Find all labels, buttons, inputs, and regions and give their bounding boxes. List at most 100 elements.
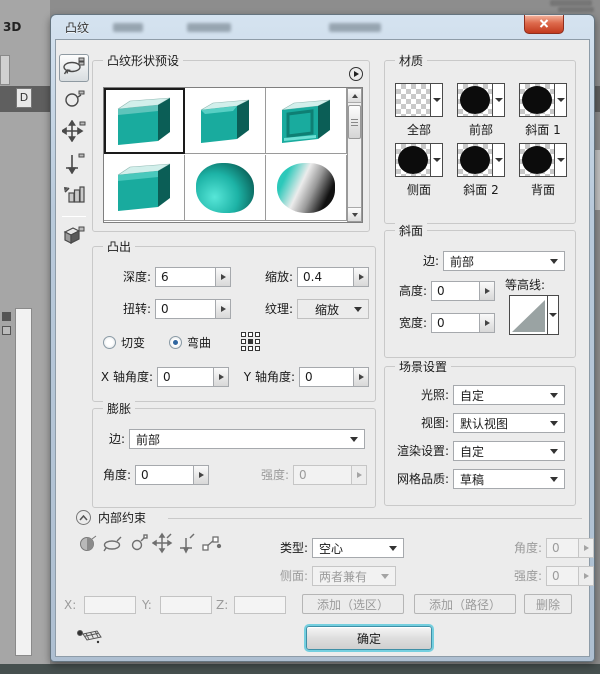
preset-thumbnail[interactable] <box>266 155 347 221</box>
preset-thumbnail[interactable] <box>185 155 266 221</box>
dialog-titlebar[interactable]: 凸纹 <box>51 15 594 39</box>
constraint-slide-tool-button[interactable] <box>176 532 198 554</box>
scroll-up-button[interactable] <box>348 89 361 103</box>
mesh-object-button[interactable] <box>59 222 89 250</box>
titlebar-ghost <box>329 23 381 32</box>
depth-input[interactable]: 6 <box>155 267 231 287</box>
render-settings-dropdown[interactable]: 自定 <box>453 441 565 461</box>
material-swatch-side[interactable] <box>395 143 443 177</box>
slide-mesh-tool-button[interactable] <box>59 150 89 178</box>
swatch-arrow-icon <box>430 84 442 116</box>
spinner-icon[interactable] <box>479 282 494 300</box>
background-ruler-fragment <box>0 55 10 85</box>
preset-thumbnail[interactable] <box>185 88 266 154</box>
view-dropdown[interactable]: 默认视图 <box>453 413 565 433</box>
mesh-quality-dropdown[interactable]: 草稿 <box>453 469 565 489</box>
close-button[interactable] <box>524 15 564 34</box>
constraints-collapse-button[interactable] <box>76 510 91 525</box>
constraint-rotate-tool-button[interactable] <box>102 532 124 554</box>
mesh-quality-label: 网格品质: <box>385 469 449 489</box>
material-swatch-front[interactable] <box>457 83 505 117</box>
presets-menu-button[interactable] <box>349 67 363 81</box>
material-texture-icon <box>458 84 492 116</box>
bevel-edge-dropdown[interactable]: 前部 <box>443 251 565 271</box>
dropdown-arrow-icon <box>389 546 397 551</box>
constraint-path-tool-button[interactable] <box>200 532 222 554</box>
twist-label: 扭转: <box>99 299 151 319</box>
scale-mesh-tool-button[interactable] <box>59 182 89 210</box>
preset-thumbnail[interactable] <box>104 88 185 154</box>
titlebar-ghost <box>187 23 231 32</box>
bevel-width-input[interactable]: 0 <box>431 313 495 333</box>
add-path-button[interactable]: 添加（路径） <box>414 594 516 614</box>
reference-point-grid[interactable] <box>241 332 263 354</box>
show-mesh-toggle[interactable] <box>76 628 102 646</box>
depth-label: 深度: <box>99 267 151 287</box>
spinner-icon[interactable] <box>353 368 368 386</box>
preset-thumbnail[interactable] <box>266 88 347 154</box>
spinner-icon <box>351 466 366 484</box>
material-swatch-all[interactable] <box>395 83 443 117</box>
transparent-texture-icon <box>396 84 430 116</box>
lights-dropdown[interactable]: 自定 <box>453 385 565 405</box>
x-angle-input[interactable]: 0 <box>157 367 229 387</box>
spinner-icon[interactable] <box>353 268 368 286</box>
contour-picker[interactable] <box>509 295 559 335</box>
rotate-mesh-tool-button[interactable] <box>59 54 89 82</box>
inflate-edge-dropdown[interactable]: 前部 <box>129 429 365 449</box>
constraint-angle-input: 0 <box>546 538 594 558</box>
extrude-legend: 凸出 <box>103 238 135 255</box>
dialog-client-area: 凸纹形状预设 <box>55 39 590 657</box>
scroll-down-button[interactable] <box>348 207 361 221</box>
spinner-icon[interactable] <box>479 314 494 332</box>
spinner-icon[interactable] <box>193 466 208 484</box>
background-panel-fragment: D <box>16 88 32 108</box>
spinner-icon[interactable] <box>215 300 230 318</box>
spinner-icon[interactable] <box>213 368 228 386</box>
constraint-type-label: 类型: <box>266 538 308 558</box>
material-swatch-bevel1[interactable] <box>519 83 567 117</box>
shape-presets-group: 凸纹形状预设 <box>92 60 370 232</box>
material-swatch-back[interactable] <box>519 143 567 177</box>
constraint-sphere-tool-button[interactable] <box>78 532 100 554</box>
inflate-angle-input[interactable]: 0 <box>135 465 209 485</box>
pan-icon <box>62 120 86 145</box>
swatch-arrow-icon <box>554 144 566 176</box>
background-swatch-fragment <box>2 326 11 335</box>
bevel-height-input[interactable]: 0 <box>431 281 495 301</box>
texture-dropdown[interactable]: 缩放 <box>297 299 369 319</box>
scale-input[interactable]: 0.4 <box>297 267 369 287</box>
shear-radio-label[interactable]: 切变 <box>121 333 145 353</box>
lights-label: 光照: <box>385 385 449 405</box>
presets-scrollbar[interactable] <box>347 88 362 222</box>
delete-constraint-button[interactable]: 删除 <box>524 594 572 614</box>
texture-label: 纹理: <box>243 299 293 319</box>
dialog-title: 凸纹 <box>65 19 89 36</box>
bevel-height-label: 高度: <box>389 281 427 301</box>
materials-group: 材质 全部 前部 斜面 1 侧面 斜面 2 背面 <box>384 60 576 224</box>
roll-mesh-tool-button[interactable] <box>59 86 89 114</box>
pan-mesh-tool-button[interactable] <box>59 118 89 146</box>
ok-button-label: 确定 <box>357 630 381 647</box>
background-scroll-fragment <box>595 150 600 210</box>
material-swatch-bevel2[interactable] <box>457 143 505 177</box>
shear-radio[interactable] <box>103 336 116 349</box>
slide-icon <box>62 152 86 177</box>
bend-radio-label[interactable]: 弯曲 <box>187 333 211 353</box>
scrollbar-thumb[interactable] <box>348 105 361 139</box>
swatch-arrow-icon <box>492 144 504 176</box>
contour-preview-icon <box>510 296 547 334</box>
scene-settings-legend: 场景设置 <box>395 358 451 375</box>
twist-input[interactable]: 0 <box>155 299 231 319</box>
y-angle-input[interactable]: 0 <box>299 367 369 387</box>
close-icon <box>539 17 549 31</box>
constraint-roll-tool-button[interactable] <box>128 532 150 554</box>
constraint-type-dropdown[interactable]: 空心 <box>312 538 404 558</box>
add-selection-button[interactable]: 添加（选区） <box>302 594 404 614</box>
scale-label: 缩放: <box>243 267 293 287</box>
spinner-icon[interactable] <box>215 268 230 286</box>
constraint-pan-tool-button[interactable] <box>152 532 174 554</box>
preset-thumbnail[interactable] <box>104 155 185 221</box>
bend-radio[interactable] <box>169 336 182 349</box>
ok-button[interactable]: 确定 <box>306 626 432 650</box>
